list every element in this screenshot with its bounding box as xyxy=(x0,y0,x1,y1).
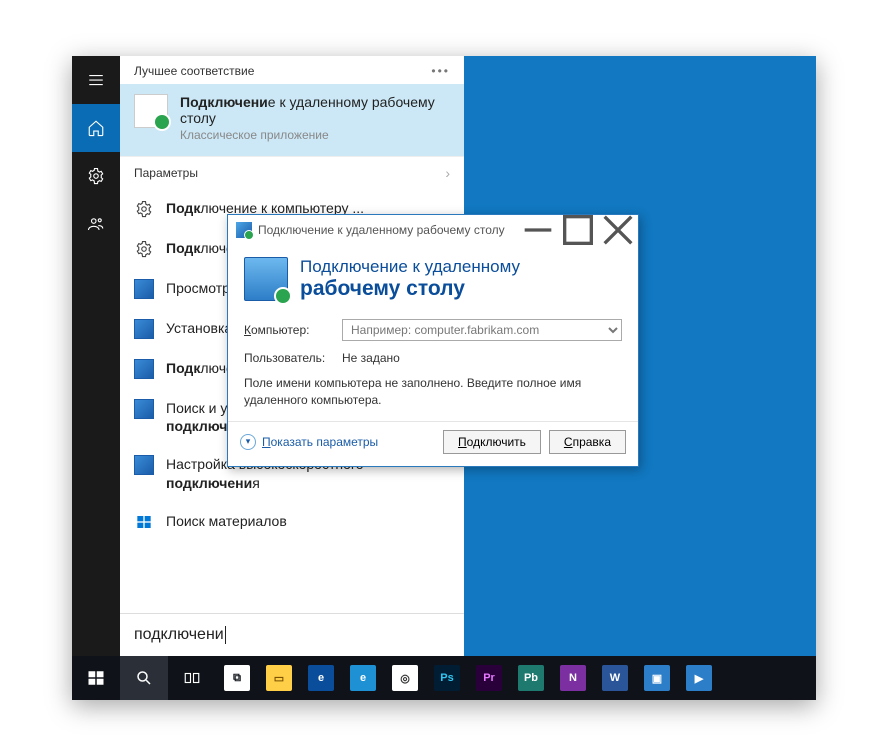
publisher-icon: Pb xyxy=(518,665,544,691)
taskbar-app-onenote[interactable]: N xyxy=(552,656,594,700)
best-match-title: Подключение к удаленному рабочему столу xyxy=(180,94,450,126)
more-icon[interactable]: ••• xyxy=(431,64,450,78)
best-match-label: Лучшее соответствие xyxy=(134,64,254,78)
start-button[interactable] xyxy=(72,656,120,700)
close-button[interactable] xyxy=(598,215,638,245)
net-icon xyxy=(134,399,154,419)
user-value: Не задано xyxy=(342,351,400,365)
rdp-head-line2: рабочему столу xyxy=(300,277,520,301)
taskbar: ⧉ ▭ ee ◎ Ps Pr Pb NW ▣ ▶ xyxy=(72,656,816,700)
taskbar-app-rdp[interactable]: ▶ xyxy=(678,656,720,700)
photoshop-icon: Ps xyxy=(434,665,460,691)
show-options-link[interactable]: ▾ Показать параметры xyxy=(240,434,378,450)
best-match-subtitle: Классическое приложение xyxy=(180,128,450,142)
rdp-titlebar[interactable]: Подключение к удаленному рабочему столу xyxy=(228,215,638,245)
home-button[interactable] xyxy=(72,104,120,152)
minimize-button[interactable] xyxy=(518,215,558,245)
computer-label: Компьютер: xyxy=(244,323,330,337)
rdp-head-line1: Подключение к удаленному xyxy=(300,257,520,277)
rdp-title-icon xyxy=(236,222,252,238)
net-icon xyxy=(134,359,154,379)
rdp-header: Подключение к удаленному рабочему столу xyxy=(228,245,638,309)
ie-icon: e xyxy=(350,665,376,691)
net-icon xyxy=(134,455,154,475)
rdp-big-icon xyxy=(244,257,288,301)
taskbar-app-word[interactable]: W xyxy=(594,656,636,700)
search-input[interactable]: подключени xyxy=(120,613,464,656)
taskbar-app-store[interactable]: ⧉ xyxy=(216,656,258,700)
chevron-down-icon: ▾ xyxy=(240,434,256,450)
hamburger-button[interactable] xyxy=(72,56,120,104)
search-button[interactable] xyxy=(120,656,168,700)
app1-icon: ▣ xyxy=(644,665,670,691)
connect-button[interactable]: Подключить xyxy=(443,430,541,454)
chevron-right-icon: › xyxy=(445,165,450,181)
taskbar-app-publisher[interactable]: Pb xyxy=(510,656,552,700)
start-side-rail xyxy=(72,56,120,656)
onenote-icon: N xyxy=(560,665,586,691)
taskbar-app-edge[interactable]: e xyxy=(300,656,342,700)
taskbar-app-premiere[interactable]: Pr xyxy=(468,656,510,700)
section-best-match-header: Лучшее соответствие ••• xyxy=(120,56,464,84)
task-view-button[interactable] xyxy=(168,656,216,700)
computer-combobox[interactable]: Например: computer.fabrikam.com xyxy=(342,319,622,341)
net-icon xyxy=(134,279,154,299)
store-icon: ⧉ xyxy=(224,665,250,691)
people-rail-button[interactable] xyxy=(72,200,120,248)
taskbar-app-ie[interactable]: e xyxy=(342,656,384,700)
rdp-dialog: Подключение к удаленному рабочему столу … xyxy=(227,214,639,467)
premiere-icon: Pr xyxy=(476,665,502,691)
rdp-icon: ▶ xyxy=(686,665,712,691)
settings-rail-button[interactable] xyxy=(72,152,120,200)
taskbar-app-chrome[interactable]: ◎ xyxy=(384,656,426,700)
taskbar-app-app1[interactable]: ▣ xyxy=(636,656,678,700)
best-match-result[interactable]: Подключение к удаленному рабочему столу … xyxy=(120,84,464,156)
section-settings-header[interactable]: Параметры › xyxy=(120,156,464,189)
net-icon xyxy=(134,319,154,339)
result-item-label: Поиск материалов xyxy=(166,512,287,530)
taskbar-app-photoshop[interactable]: Ps xyxy=(426,656,468,700)
user-label: Пользователь: xyxy=(244,351,330,365)
word-icon: W xyxy=(602,665,628,691)
settings-icon xyxy=(134,199,154,219)
result-item-7[interactable]: Поиск материалов xyxy=(120,502,464,542)
rdp-title-text: Подключение к удаленному рабочему столу xyxy=(258,223,518,237)
maximize-button[interactable] xyxy=(558,215,598,245)
edge-icon: e xyxy=(308,665,334,691)
win-icon xyxy=(134,512,154,532)
settings-icon xyxy=(134,239,154,259)
rdp-note: Поле имени компьютера не заполнено. Введ… xyxy=(244,375,622,409)
explorer-icon: ▭ xyxy=(266,665,292,691)
taskbar-app-explorer[interactable]: ▭ xyxy=(258,656,300,700)
chrome-icon: ◎ xyxy=(392,665,418,691)
help-button[interactable]: Справка xyxy=(549,430,626,454)
rdp-app-icon xyxy=(134,94,168,128)
